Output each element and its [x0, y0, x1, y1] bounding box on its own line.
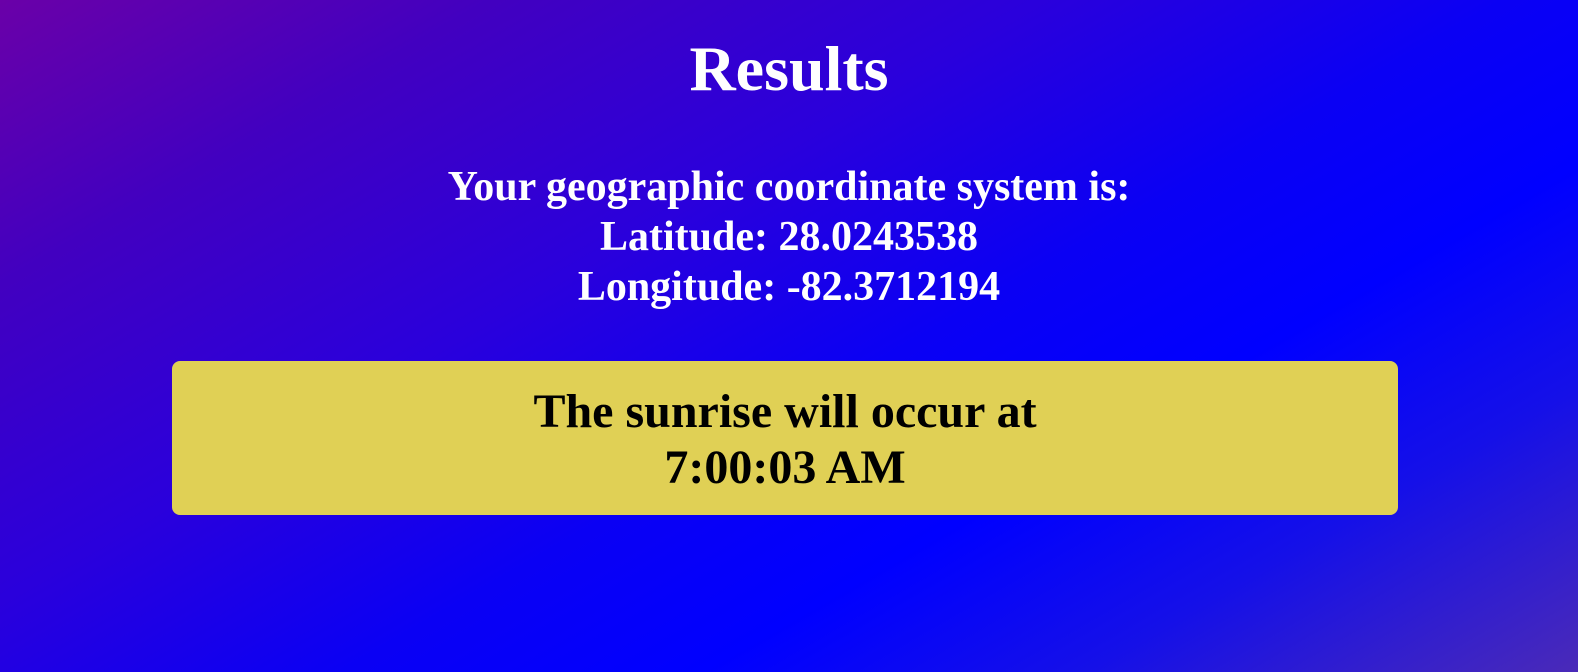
latitude-label: Latitude:: [600, 214, 768, 260]
sunrise-time: 7:00:03 AM: [664, 441, 906, 494]
longitude-line: Longitude: -82.3712194: [0, 262, 1578, 312]
sunrise-message: The sunrise will occur at: [533, 385, 1037, 438]
coordinates-block: Your geographic coordinate system is: La…: [0, 162, 1578, 312]
longitude-value: -82.3712194: [786, 264, 1001, 310]
latitude-value: 28.0243538: [778, 214, 979, 260]
latitude-line: Latitude: 28.0243538: [0, 212, 1578, 262]
sunrise-result-box: The sunrise will occur at 7:00:03 AM: [172, 361, 1398, 515]
longitude-label: Longitude:: [577, 264, 777, 310]
page-title: Results: [689, 33, 889, 104]
coordinates-heading: Your geographic coordinate system is:: [447, 164, 1131, 210]
